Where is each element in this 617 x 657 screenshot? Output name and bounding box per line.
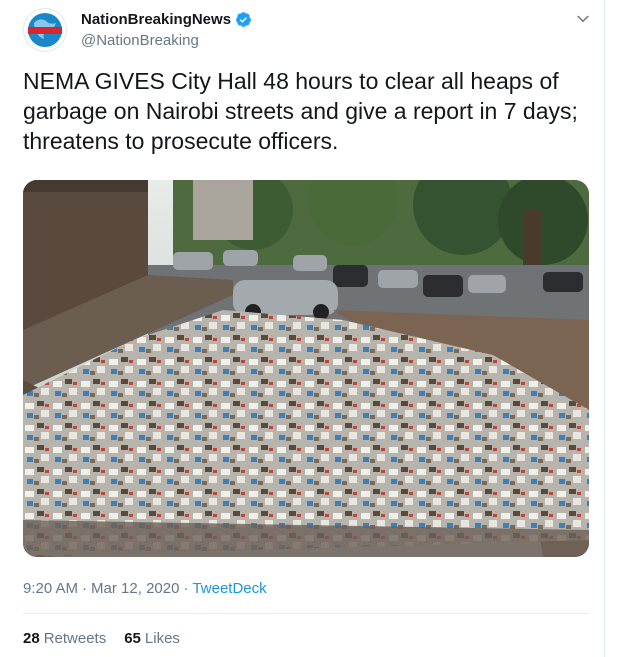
retweets-count: 28 (23, 630, 40, 647)
retweets-stat[interactable]: 28 Retweets (23, 630, 106, 647)
divider (23, 613, 589, 614)
tweet-meta: 9:20 AM · Mar 12, 2020 · TweetDeck (23, 580, 267, 597)
likes-count: 65 (124, 630, 141, 647)
retweets-label: Retweets (43, 630, 107, 647)
engagement-stats: 28 Retweets 65 Likes (23, 630, 180, 647)
tweet-card: NationBreakingNews @NationBreaking NEMA … (0, 0, 605, 657)
tweet-time[interactable]: 9:20 AM (23, 580, 78, 597)
avatar[interactable] (23, 8, 67, 52)
author-display-name[interactable]: NationBreakingNews (81, 11, 231, 28)
likes-label: Likes (144, 630, 180, 647)
meta-separator: · (183, 580, 189, 597)
tweet-date[interactable]: Mar 12, 2020 (91, 580, 179, 597)
tweet-source-link[interactable]: TweetDeck (192, 580, 266, 597)
tweet-photo[interactable] (23, 180, 589, 557)
garbage-street-photo (23, 180, 589, 557)
likes-stat[interactable]: 65 Likes (124, 630, 180, 647)
author-handle[interactable]: @NationBreaking (81, 32, 199, 49)
meta-separator: · (82, 580, 88, 597)
author-name-row[interactable]: NationBreakingNews (81, 11, 252, 28)
verified-badge-icon (236, 12, 251, 27)
avatar-logo (28, 13, 62, 47)
tweet-text: NEMA GIVES City Hall 48 hours to clear a… (23, 68, 578, 154)
chevron-down-icon[interactable] (574, 10, 592, 28)
